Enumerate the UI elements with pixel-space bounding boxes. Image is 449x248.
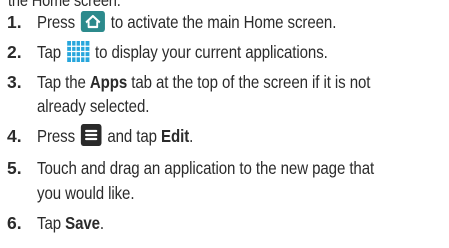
step-text: Tap the Apps tab at the top of the scree… [37,72,371,92]
step-text: already selected. [37,96,150,116]
step-number: 6. [7,213,22,233]
home-key-icon [80,10,105,32]
apps-grid-icon [66,40,90,62]
step-text: Press to activate the main Home screen. [37,10,337,32]
menu-key-icon [80,124,102,147]
step-text: Press and tap Edit. [37,124,194,147]
step-text: Tap to display your current applications… [37,40,328,62]
step-number: 3. [7,72,22,92]
step-number: 4. [7,126,22,146]
step-text: you would like. [37,183,135,203]
step-number: 2. [7,42,22,62]
step-text: Touch and drag an application to the new… [37,158,375,178]
step-number: 1. [7,12,22,32]
step-number: 5. [7,158,22,178]
step-text: Tap Save. [37,213,105,233]
